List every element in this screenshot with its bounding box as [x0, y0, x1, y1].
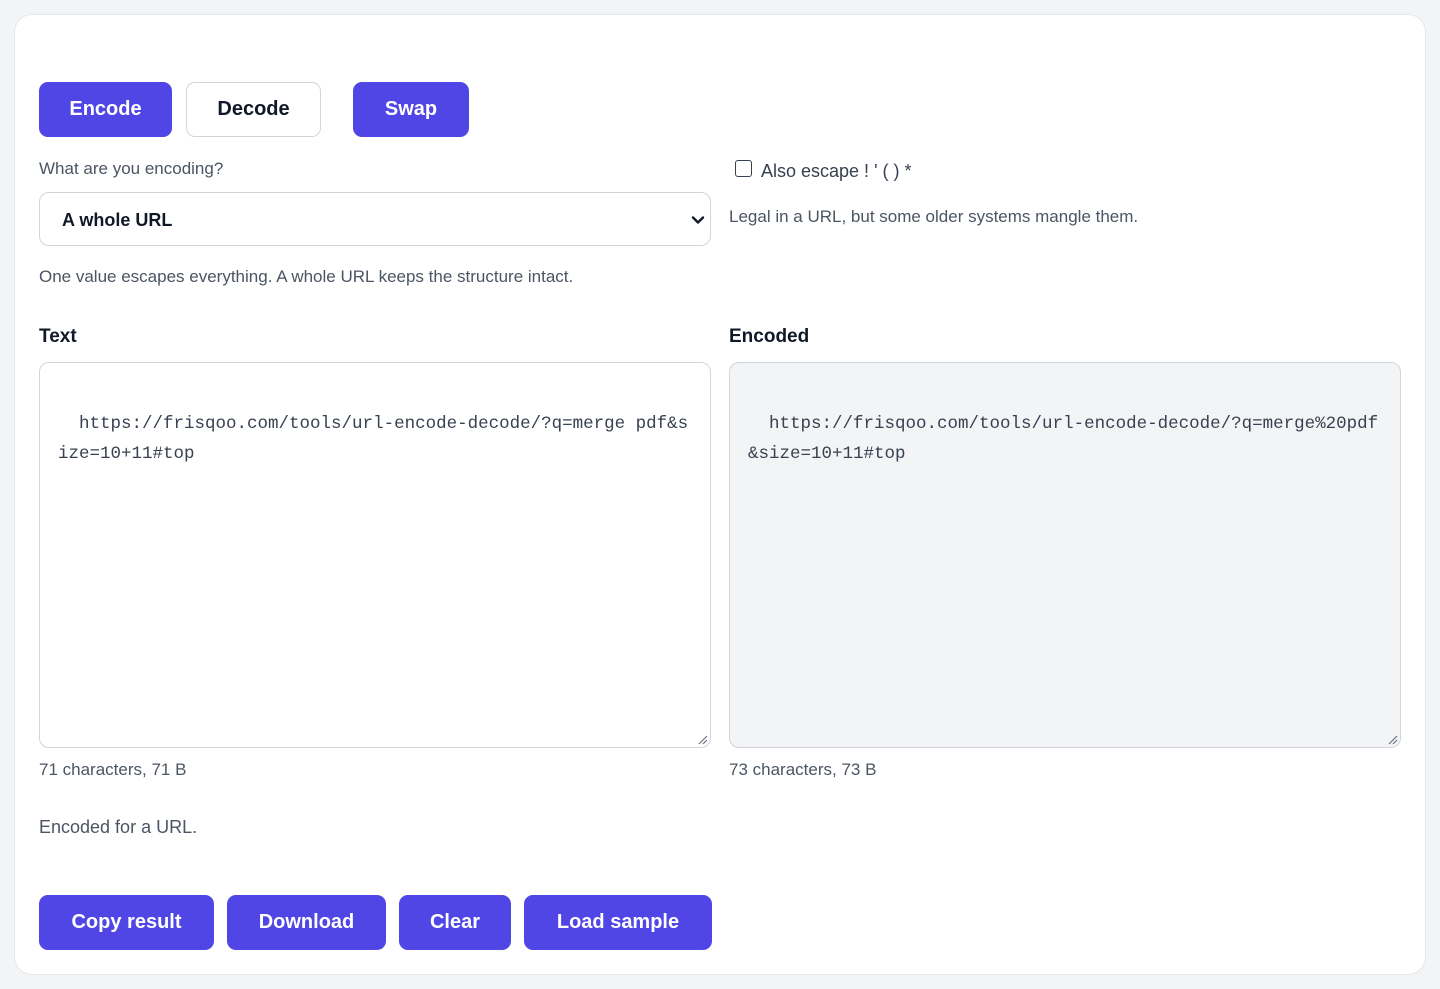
also-escape-label[interactable]: Also escape ! ' ( ) * [761, 161, 912, 182]
encoding-type-selected-value: A whole URL [62, 210, 173, 230]
swap-button[interactable]: Swap [353, 82, 469, 137]
also-escape-hint: Legal in a URL, but some older systems m… [729, 207, 1139, 226]
encoding-type-hint: One value escapes everything. A whole UR… [39, 267, 574, 286]
chevron-down-icon [691, 216, 705, 224]
input-label: Text [39, 326, 77, 347]
output-textarea[interactable]: https://frisqoo.com/tools/url-encode-dec… [729, 362, 1401, 748]
encoding-type-label: What are you encoding? [39, 159, 224, 178]
input-text: https://frisqoo.com/tools/url-encode-dec… [58, 414, 689, 464]
input-stats: 71 characters, 71 B [39, 760, 187, 779]
load-sample-button[interactable]: Load sample [524, 895, 712, 950]
clear-button[interactable]: Clear [399, 895, 511, 950]
input-textarea[interactable]: https://frisqoo.com/tools/url-encode-dec… [39, 362, 711, 748]
copy-result-button[interactable]: Copy result [39, 895, 214, 950]
also-escape-checkbox[interactable] [735, 160, 752, 177]
output-label: Encoded [729, 326, 810, 347]
resize-grip-icon[interactable] [697, 734, 708, 745]
status-message: Encoded for a URL. [39, 817, 198, 837]
encoding-type-select[interactable]: A whole URL [39, 192, 711, 246]
download-button[interactable]: Download [227, 895, 386, 950]
resize-grip-icon[interactable] [1387, 734, 1398, 745]
output-text: https://frisqoo.com/tools/url-encode-dec… [748, 414, 1379, 464]
encode-button[interactable]: Encode [39, 82, 172, 137]
decode-button[interactable]: Decode [186, 82, 321, 137]
output-stats: 73 characters, 73 B [729, 760, 877, 779]
